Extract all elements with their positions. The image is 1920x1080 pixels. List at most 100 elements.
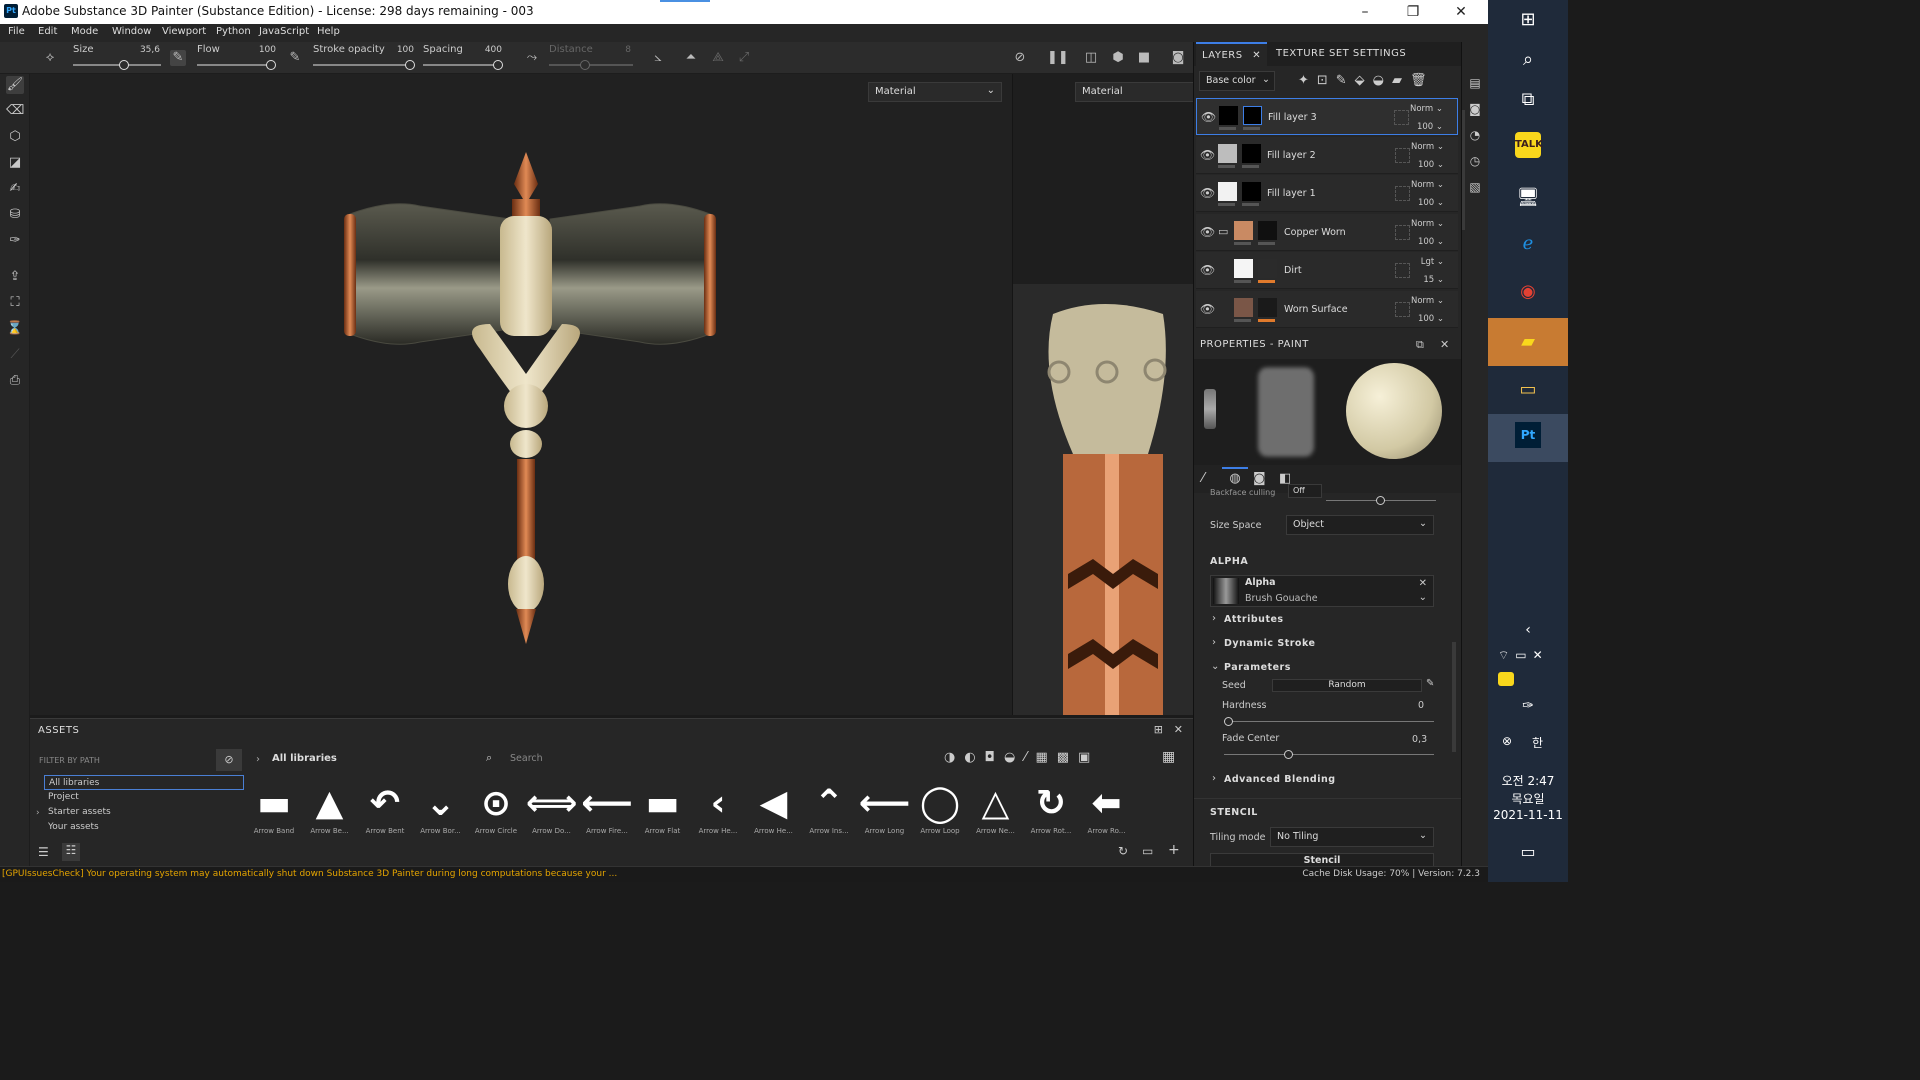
- layer-row[interactable]: 👁 Worn Surface Norm ⌄ 100 ⌄: [1196, 290, 1458, 328]
- chevron-right-icon[interactable]: ›: [1212, 613, 1216, 624]
- asset-item[interactable]: ⟵ Arrow Fire...: [581, 781, 633, 837]
- layer-row[interactable]: 👁 ▭ Copper Worn Norm ⌄ 100 ⌄: [1196, 213, 1458, 251]
- grid-view-icon[interactable]: ▦: [1162, 749, 1175, 765]
- tray-icons[interactable]: ⌔▭✕: [1498, 648, 1549, 663]
- close-icon[interactable]: ✕: [1440, 338, 1449, 351]
- layer-name[interactable]: Worn Surface: [1284, 304, 1348, 315]
- layer-actions-toolbar[interactable]: ✦⊡✎⬙◒▰🗑: [1298, 73, 1435, 88]
- backface-culling-select[interactable]: Off: [1288, 484, 1322, 498]
- asset-item[interactable]: ⟺ Arrow Do...: [526, 781, 578, 837]
- attributes-section[interactable]: Attributes: [1224, 614, 1284, 625]
- distance-slider-handle[interactable]: [580, 60, 590, 70]
- close-icon[interactable]: ⊗: [1502, 734, 1512, 748]
- layer-opacity[interactable]: 100 ⌄: [1417, 122, 1443, 132]
- clock-date[interactable]: 2021-11-11: [1488, 808, 1568, 822]
- paint-brush-icon[interactable]: 🖌: [6, 76, 24, 94]
- viewport-3d-mode-select[interactable]: Material ⌄: [868, 82, 1002, 102]
- tab-texture-set-settings[interactable]: TEXTURE SET SETTINGS: [1270, 42, 1412, 66]
- library-item-project[interactable]: Project: [44, 790, 244, 805]
- viewport-2d-mode-select[interactable]: Material: [1075, 82, 1193, 102]
- spacing-slider[interactable]: [423, 64, 501, 66]
- chevron-right-icon[interactable]: ›: [1212, 637, 1216, 648]
- windows-start-icon[interactable]: ⊞: [1512, 4, 1544, 36]
- remote-desktop-icon[interactable]: 🖥: [1512, 182, 1544, 214]
- texture-set-dock-icon[interactable]: ◙: [1467, 102, 1483, 118]
- layer-fill-thumbnail[interactable]: [1234, 220, 1253, 240]
- asset-item[interactable]: ‹ Arrow He...: [692, 781, 744, 837]
- bake-icon[interactable]: ⇪: [6, 268, 24, 286]
- layer-name[interactable]: Fill layer 1: [1267, 188, 1316, 199]
- history-dock-icon[interactable]: ◷: [1467, 154, 1483, 170]
- spacing-value[interactable]: 400: [472, 45, 502, 55]
- asset-item[interactable]: ▬ Arrow Flat: [637, 781, 689, 837]
- layer-row[interactable]: 👁 Fill layer 2 Norm ⌄ 100 ⌄: [1196, 136, 1458, 174]
- chrome-icon[interactable]: ◉: [1512, 276, 1544, 308]
- clock-day[interactable]: 목요일: [1488, 790, 1568, 807]
- tab-layers[interactable]: LAYERS ✕: [1196, 42, 1268, 66]
- advanced-blending-section[interactable]: Advanced Blending: [1224, 774, 1336, 785]
- symmetry-icon[interactable]: ⟡: [42, 50, 58, 66]
- flow-value[interactable]: 100: [246, 45, 276, 55]
- clone-icon[interactable]: ⛁: [6, 206, 24, 224]
- layer-mask-thumbnail[interactable]: [1258, 259, 1277, 278]
- pressure-flow-icon[interactable]: ✎: [287, 50, 303, 66]
- log-dock-icon[interactable]: ▧: [1467, 180, 1483, 196]
- asset-item[interactable]: ◯ Arrow Loop: [914, 781, 966, 837]
- asset-item[interactable]: ⟵ Arrow Long: [859, 781, 911, 837]
- properties-scrollbar[interactable]: [1452, 642, 1456, 752]
- asset-item[interactable]: ⊙ Arrow Circle: [470, 781, 522, 837]
- viewport-2d[interactable]: Material: [1012, 74, 1193, 715]
- pressure-size-icon[interactable]: ✎: [170, 50, 186, 66]
- stencil-button[interactable]: Stencil: [1210, 853, 1434, 866]
- asset-item[interactable]: △ Arrow Ne...: [970, 781, 1022, 837]
- layer-row[interactable]: 👁 Fill layer 3 Norm ⌄ 100 ⌄: [1196, 98, 1458, 135]
- layer-select-box[interactable]: [1395, 224, 1410, 240]
- chevron-down-icon[interactable]: ⌄: [1211, 661, 1219, 672]
- tree-view-icon[interactable]: ☷: [62, 843, 80, 861]
- internet-explorer-icon[interactable]: ℯ: [1512, 228, 1544, 260]
- asset-item[interactable]: ↻ Arrow Rot...: [1025, 781, 1077, 837]
- eye-icon[interactable]: 👁: [1200, 263, 1215, 277]
- substance-painter-icon[interactable]: Pt: [1515, 422, 1541, 448]
- layer-fill-thumbnail[interactable]: [1219, 106, 1238, 125]
- library-item-starter[interactable]: Starter assets: [44, 805, 244, 820]
- layer-fill-thumbnail[interactable]: [1218, 143, 1237, 163]
- asset-item[interactable]: ⬅ Arrow Ro...: [1081, 781, 1133, 837]
- asset-type-filters[interactable]: ◑◐◘◒⁄▦▩▣: [944, 750, 1099, 765]
- layer-row[interactable]: 👁 Dirt Lgt ⌄ 15 ⌄: [1196, 252, 1458, 289]
- asset-item[interactable]: ⌄ Arrow Bor...: [415, 781, 467, 837]
- smudge-icon[interactable]: ✍: [6, 180, 24, 198]
- size-slider[interactable]: [73, 64, 161, 66]
- hardness-slider-handle[interactable]: [1224, 717, 1233, 726]
- layer-mask-thumbnail[interactable]: [1243, 106, 1262, 125]
- stroke-opacity-slider[interactable]: [313, 64, 413, 66]
- geometry-decal-icon[interactable]: ⛶: [6, 294, 24, 312]
- filter-visibility-icon[interactable]: ⊘: [216, 749, 242, 771]
- menu-file[interactable]: File: [8, 26, 25, 37]
- eye-icon[interactable]: 👁: [1200, 186, 1215, 200]
- ime-icon[interactable]: 한: [1532, 734, 1543, 751]
- maximize-icon[interactable]: ⊞: [1154, 723, 1163, 736]
- asset-item[interactable]: ◀ Arrow He...: [748, 781, 800, 837]
- layer-mask-thumbnail[interactable]: [1258, 297, 1277, 317]
- menu-help[interactable]: Help: [317, 26, 340, 37]
- restore-button[interactable]: ❐: [1390, 0, 1436, 24]
- eye-icon[interactable]: 👁: [1200, 225, 1215, 239]
- hide-ui-icon[interactable]: ⊘: [1012, 50, 1028, 66]
- layer-name[interactable]: Copper Worn: [1284, 227, 1346, 238]
- fade-center-slider[interactable]: [1224, 754, 1434, 755]
- mirror-icon[interactable]: ⏶: [683, 50, 699, 66]
- eye-icon[interactable]: 👁: [1200, 302, 1215, 316]
- status-message[interactable]: [GPUIssuesCheck] Your operating system m…: [2, 869, 617, 879]
- layer-opacity[interactable]: 100 ⌄: [1418, 198, 1444, 208]
- layer-row[interactable]: 👁 Fill layer 1 Norm ⌄ 100 ⌄: [1196, 175, 1458, 212]
- layer-select-box[interactable]: [1395, 301, 1410, 317]
- layer-fill-thumbnail[interactable]: [1234, 259, 1253, 278]
- layer-blend-mode[interactable]: Norm ⌄: [1411, 142, 1444, 152]
- chevron-right-icon[interactable]: ›: [1212, 773, 1216, 784]
- display-settings-dock-icon[interactable]: ◔: [1467, 128, 1483, 144]
- task-view-icon[interactable]: ⧉: [1512, 84, 1544, 116]
- layer-name[interactable]: Fill layer 2: [1267, 150, 1316, 161]
- layer-opacity[interactable]: 100 ⌄: [1418, 237, 1444, 247]
- tiling-mode-select[interactable]: No Tiling ⌄: [1270, 827, 1434, 847]
